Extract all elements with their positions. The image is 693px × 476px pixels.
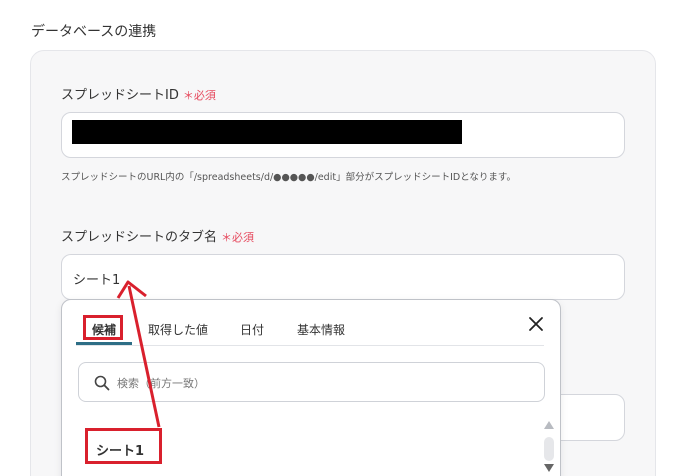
required-mark: ＊ [221,231,233,244]
search-icon [93,374,111,392]
required-text: 必須 [193,89,216,102]
spreadsheet-id-help: スプレッドシートのURL内の「/spreadsheets/d/●●●●●/edi… [61,172,516,183]
search-box[interactable] [78,362,545,402]
highlight-box-option [85,428,162,464]
spreadsheet-id-label-text: スプレッドシートID [61,88,179,103]
tab-retrieved-values[interactable]: 取得した値 [148,321,208,338]
tab-name-input[interactable]: シート1 [61,254,625,300]
tab-date[interactable]: 日付 [240,321,264,338]
close-icon[interactable] [526,314,546,334]
scrollbar-thumb[interactable] [544,437,554,461]
tab-name-label-text: スプレッドシートのタブ名 [61,230,218,245]
required-badge: ＊必須 [183,89,216,102]
highlight-box-tab [83,315,123,340]
tab-divider [76,345,544,346]
redacted-value [72,120,462,144]
required-badge: ＊必須 [221,231,254,244]
tab-name-value: シート1 [73,273,121,288]
scroll-down-arrow[interactable] [544,464,554,472]
search-input[interactable] [117,373,517,393]
tab-name-label: スプレッドシートのタブ名 ＊必須 [61,226,254,245]
required-mark: ＊ [182,89,194,102]
scroll-up-arrow[interactable] [544,421,554,429]
section-title: データベースの連携 [31,24,157,40]
required-text: 必須 [232,231,255,244]
spreadsheet-id-input[interactable] [61,112,625,158]
tab-basic-info[interactable]: 基本情報 [297,321,345,338]
spreadsheet-id-label: スプレッドシートID ＊必須 [61,84,216,103]
